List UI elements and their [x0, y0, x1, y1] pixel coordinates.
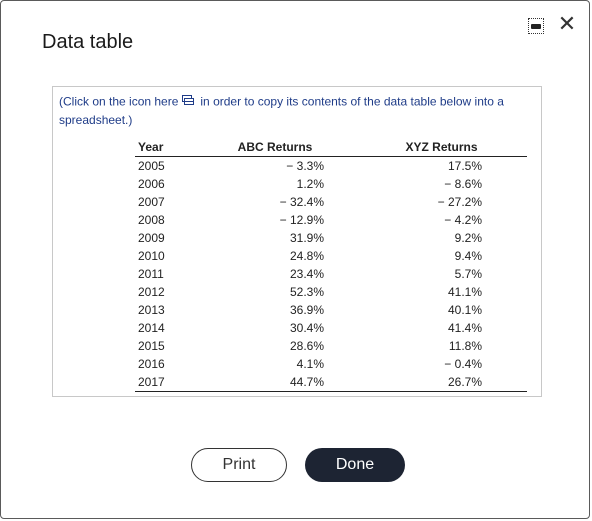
cell-xyz-return: 11.8%: [448, 339, 482, 353]
table-row: 2012 52.3% 41.1%: [135, 283, 527, 301]
cell-xyz-return: 41.1%: [447, 285, 482, 299]
cell-year: 2010: [138, 249, 165, 263]
cell-year: 2016: [138, 357, 165, 371]
header-xyz-returns: XYZ Returns: [342, 138, 527, 157]
data-panel: (Click on the icon here in order to copy …: [52, 86, 542, 397]
instructions-before: (Click on the icon here: [59, 94, 179, 109]
cell-xyz-return: − 8.6%: [444, 177, 482, 191]
close-icon[interactable]: ✕: [557, 14, 577, 36]
cell-abc-return: − 32.4%: [279, 195, 324, 209]
table-row: 2007 − 32.4% − 27.2%: [135, 193, 527, 211]
cell-abc-return: 23.4%: [289, 267, 324, 281]
cell-year: 2011: [138, 267, 164, 281]
cell-xyz-return: 26.7%: [342, 373, 527, 392]
instructions: (Click on the icon here in order to copy …: [59, 93, 539, 129]
table-row: 2017 44.7% 26.7%: [135, 373, 527, 392]
table-row: 2016 4.1% − 0.4%: [135, 355, 527, 373]
cell-abc-return: 31.9%: [289, 231, 324, 245]
table-row: 2009 31.9% 9.2%: [135, 229, 527, 247]
cell-xyz-return: − 27.2%: [437, 195, 482, 209]
data-table-dialog: Data table ✕ (Click on the icon here in o…: [0, 0, 590, 519]
cell-xyz-return: 40.1%: [447, 303, 482, 317]
cell-abc-return: 24.8%: [289, 249, 324, 263]
cell-year: 2007: [138, 195, 165, 209]
cell-abc-return: − 12.9%: [279, 213, 324, 227]
cell-year: 2014: [138, 321, 165, 335]
table-row: 2013 36.9% 40.1%: [135, 301, 527, 319]
table-row: 2015 28.6% 11.8%: [135, 337, 527, 355]
cell-abc-return: 1.2%: [296, 177, 324, 191]
cell-abc-return: − 3.3%: [286, 159, 324, 173]
returns-table: Year ABC Returns XYZ Returns 2005 − 3.3% 1…: [135, 138, 527, 392]
dialog-title: Data table: [42, 31, 134, 53]
done-button[interactable]: Done: [305, 448, 405, 482]
table-row: 2008 − 12.9% − 4.2%: [135, 211, 527, 229]
table-row: 2014 30.4% 41.4%: [135, 319, 527, 337]
print-button[interactable]: Print: [191, 448, 287, 482]
header-abc-returns: ABC Returns: [200, 138, 342, 157]
cell-abc-return: 30.4%: [289, 321, 324, 335]
cell-xyz-return: − 4.2%: [444, 213, 482, 227]
table-row: 2010 24.8% 9.4%: [135, 247, 527, 265]
cell-year: 2012: [138, 285, 165, 299]
cell-xyz-return: 9.2%: [454, 231, 482, 245]
cell-year: 2008: [138, 213, 165, 227]
cell-abc-return: 28.6%: [289, 339, 324, 353]
cell-year: 2005: [138, 159, 165, 173]
cell-abc-return: 44.7%: [200, 373, 342, 392]
cell-abc-return: 4.1%: [296, 357, 324, 371]
header-year: Year: [135, 138, 200, 157]
cell-year: 2015: [138, 339, 165, 353]
table-row: 2005 − 3.3% 17.5%: [135, 157, 527, 176]
cell-xyz-return: 17.5%: [447, 159, 482, 173]
cell-xyz-return: 41.4%: [447, 321, 482, 335]
cell-year: 2006: [138, 177, 165, 191]
cell-xyz-return: − 0.4%: [444, 357, 482, 371]
cell-year: 2013: [138, 303, 165, 317]
copy-spreadsheet-icon[interactable]: [182, 93, 195, 110]
minimize-bar: [531, 23, 541, 29]
table-row: 2011 23.4% 5.7%: [135, 265, 527, 283]
cell-year: 2017: [135, 373, 200, 392]
table-row: 2006 1.2% − 8.6%: [135, 175, 527, 193]
minimize-icon[interactable]: [528, 18, 544, 34]
cell-xyz-return: 9.4%: [454, 249, 482, 263]
table-header-row: Year ABC Returns XYZ Returns: [135, 138, 527, 157]
cell-abc-return: 36.9%: [289, 303, 324, 317]
cell-xyz-return: 5.7%: [454, 267, 482, 281]
cell-abc-return: 52.3%: [289, 285, 324, 299]
cell-year: 2009: [138, 231, 165, 245]
